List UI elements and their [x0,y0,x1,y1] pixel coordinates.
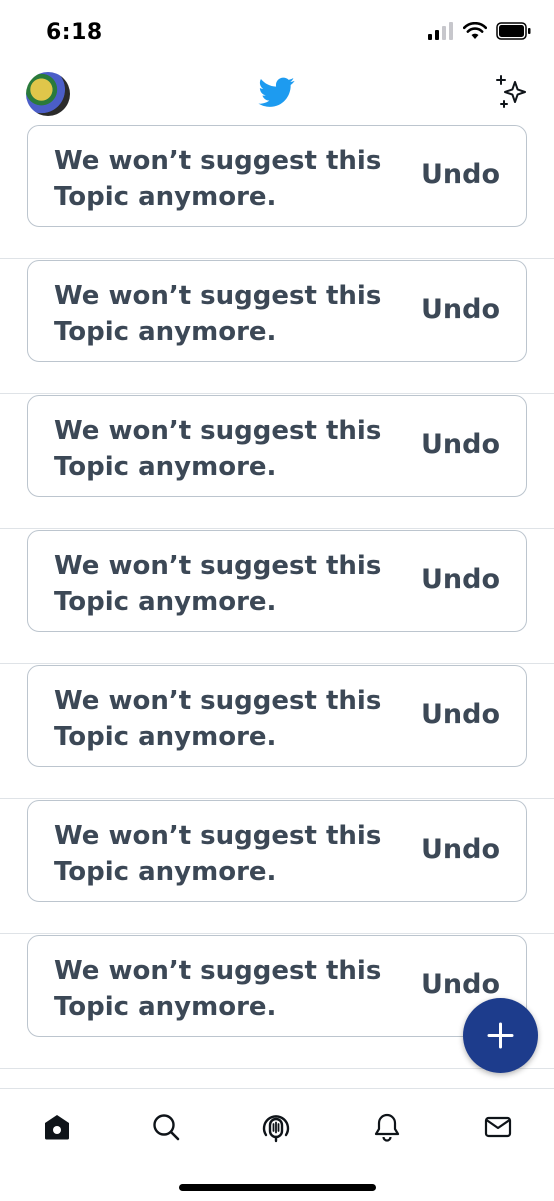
twitter-bird-icon[interactable] [257,74,297,110]
feed-item: We won’t suggest this Topic anymore. Undo [0,259,554,394]
undo-button[interactable]: Undo [421,969,500,1000]
topic-dismissed-notice: We won’t suggest this Topic anymore. Undo [27,530,527,632]
tab-spaces[interactable] [256,1107,296,1147]
feed-item: We won’t suggest this Topic anymore. Undo [0,529,554,664]
undo-button[interactable]: Undo [421,294,500,325]
tab-home[interactable] [37,1107,77,1147]
search-icon [153,1114,180,1141]
undo-button[interactable]: Undo [421,159,500,190]
plus-icon [487,1022,514,1049]
sparkle-icon[interactable] [496,74,530,110]
topic-dismissed-notice: We won’t suggest this Topic anymore. Undo [27,125,527,227]
undo-button[interactable]: Undo [421,834,500,865]
feed-item: We won’t suggest this Topic anymore. Undo [0,664,554,799]
topic-dismissed-notice: We won’t suggest this Topic anymore. Undo [27,800,527,902]
feed-item: We won’t suggest this Topic anymore. Undo [0,799,554,934]
feed-item: We won’t suggest this Topic anymore. Undo [0,394,554,529]
top-header [0,62,554,124]
notice-message: We won’t suggest this Topic anymore. [54,551,382,617]
spaces-icon [262,1115,290,1143]
tweet-peek[interactable]: Nikki Malin @nikkim41m [0,1069,554,1089]
timeline-feed[interactable]: We won’t suggest this Topic anymore. Undo… [0,124,554,1089]
bottom-tab-bar [0,1088,554,1201]
mail-icon [484,1116,512,1138]
home-indicator [179,1184,376,1191]
status-time: 6:18 [46,20,103,45]
undo-button[interactable]: Undo [421,564,500,595]
notice-message: We won’t suggest this Topic anymore. [54,416,382,482]
topic-dismissed-notice: We won’t suggest this Topic anymore. Undo [27,665,527,767]
feed-item: We won’t suggest this Topic anymore. Undo [0,124,554,259]
topic-dismissed-notice: We won’t suggest this Topic anymore. Undo [27,935,527,1037]
compose-tweet-button[interactable] [463,998,538,1073]
home-icon [45,1115,69,1140]
undo-button[interactable]: Undo [421,699,500,730]
undo-button[interactable]: Undo [421,429,500,460]
tab-notifications[interactable] [367,1107,407,1147]
battery-icon [496,22,531,40]
topic-dismissed-notice: We won’t suggest this Topic anymore. Undo [27,260,527,362]
tab-search[interactable] [146,1107,186,1147]
notice-message: We won’t suggest this Topic anymore. [54,821,382,887]
notice-message: We won’t suggest this Topic anymore. [54,281,382,347]
signal-icon [428,22,453,40]
bell-icon [374,1113,400,1142]
notice-message: We won’t suggest this Topic anymore. [54,146,382,212]
topic-dismissed-notice: We won’t suggest this Topic anymore. Undo [27,395,527,497]
profile-avatar[interactable] [26,72,70,116]
notice-message: We won’t suggest this Topic anymore. [54,686,382,752]
notice-message: We won’t suggest this Topic anymore. [54,956,382,1022]
status-bar: 6:18 [0,0,554,62]
status-icons [428,22,532,40]
wifi-icon [463,22,487,39]
tab-messages[interactable] [478,1107,518,1147]
